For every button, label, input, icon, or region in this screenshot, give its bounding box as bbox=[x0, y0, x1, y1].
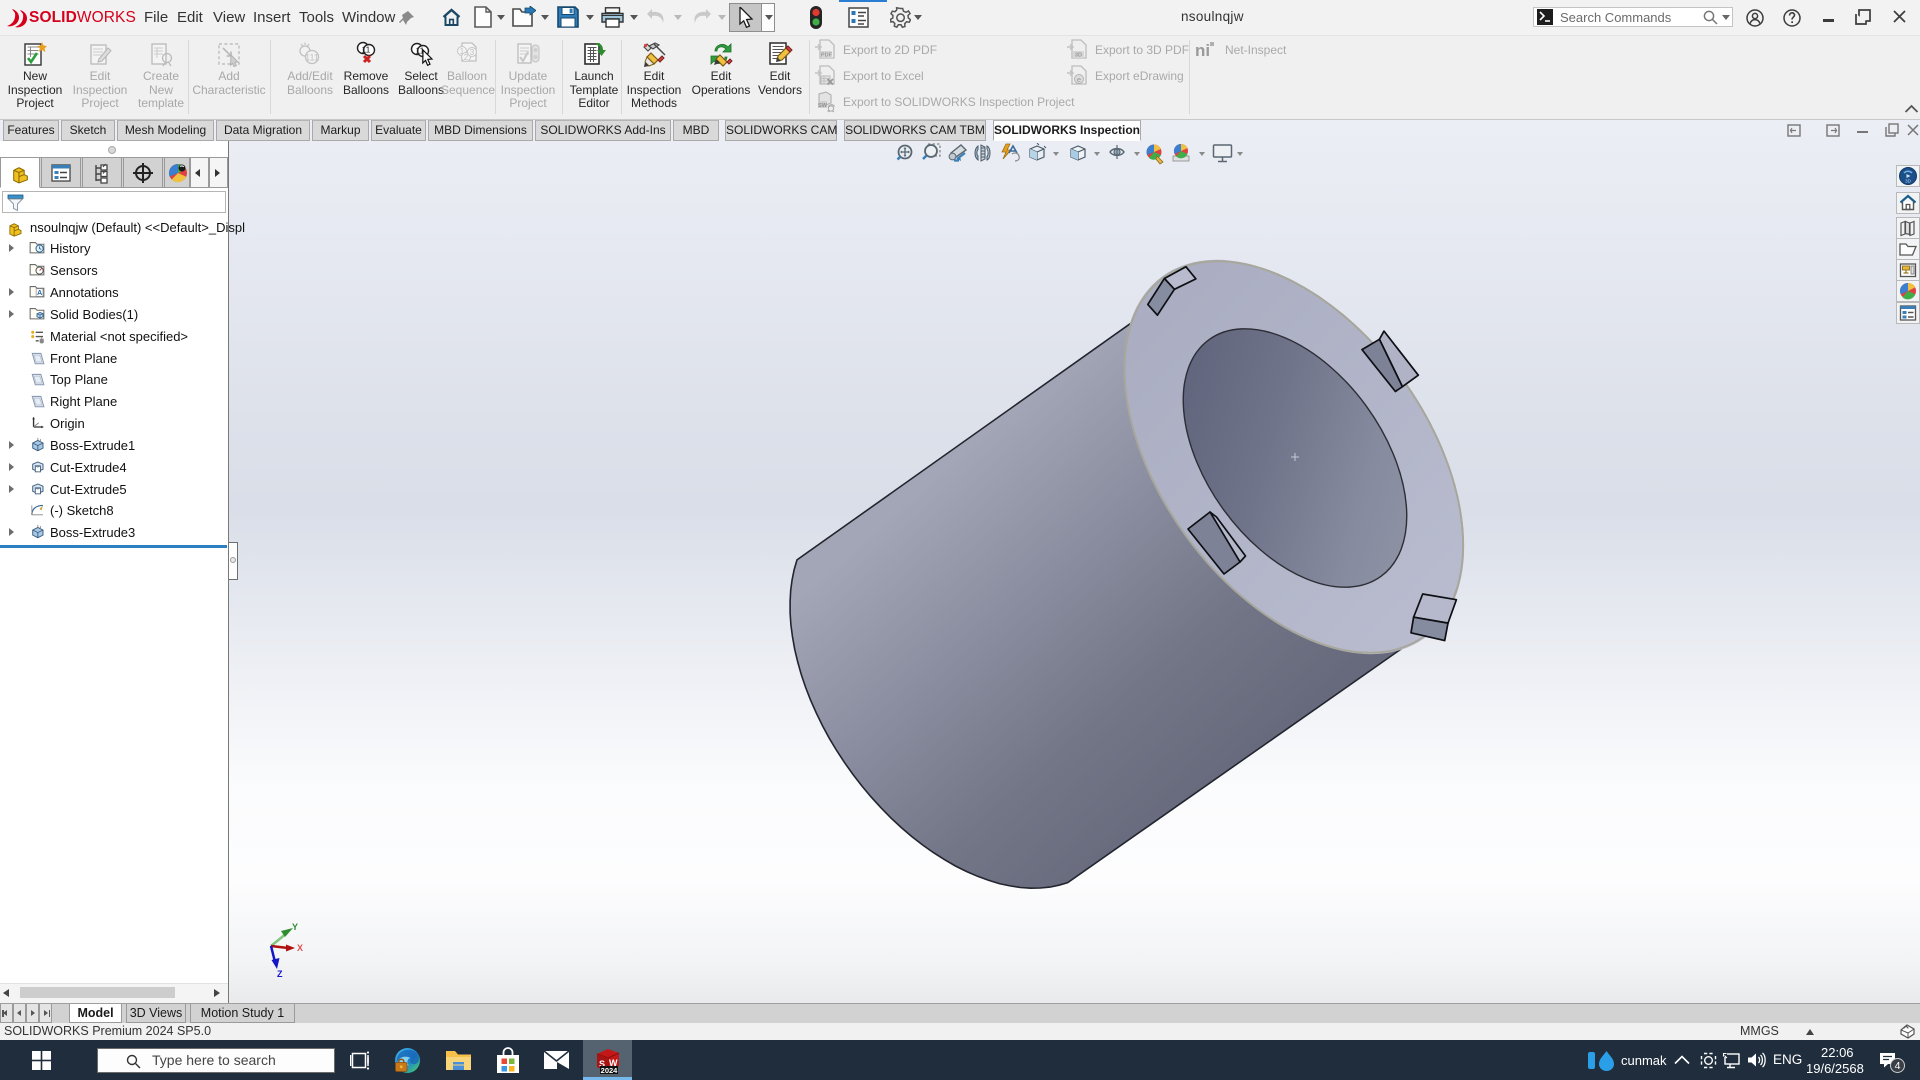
svg-text:SW: SW bbox=[818, 103, 828, 109]
svg-text:ni: ni bbox=[1195, 41, 1210, 60]
svg-text:3: 3 bbox=[470, 48, 475, 57]
svg-text:Z: Z bbox=[277, 969, 283, 979]
svg-text:111: 111 bbox=[305, 53, 319, 63]
svg-text:X: X bbox=[297, 943, 303, 953]
svg-text:11: 11 bbox=[362, 45, 371, 55]
svg-text:3D: 3D bbox=[1905, 179, 1912, 184]
svg-text:A: A bbox=[37, 288, 43, 297]
svg-text:2024: 2024 bbox=[601, 1066, 619, 1075]
svg-text:e: e bbox=[1077, 75, 1081, 84]
svg-text:Y: Y bbox=[292, 922, 298, 932]
svg-text:3D: 3D bbox=[1075, 53, 1082, 59]
svg-text:PDF: PDF bbox=[821, 53, 833, 59]
